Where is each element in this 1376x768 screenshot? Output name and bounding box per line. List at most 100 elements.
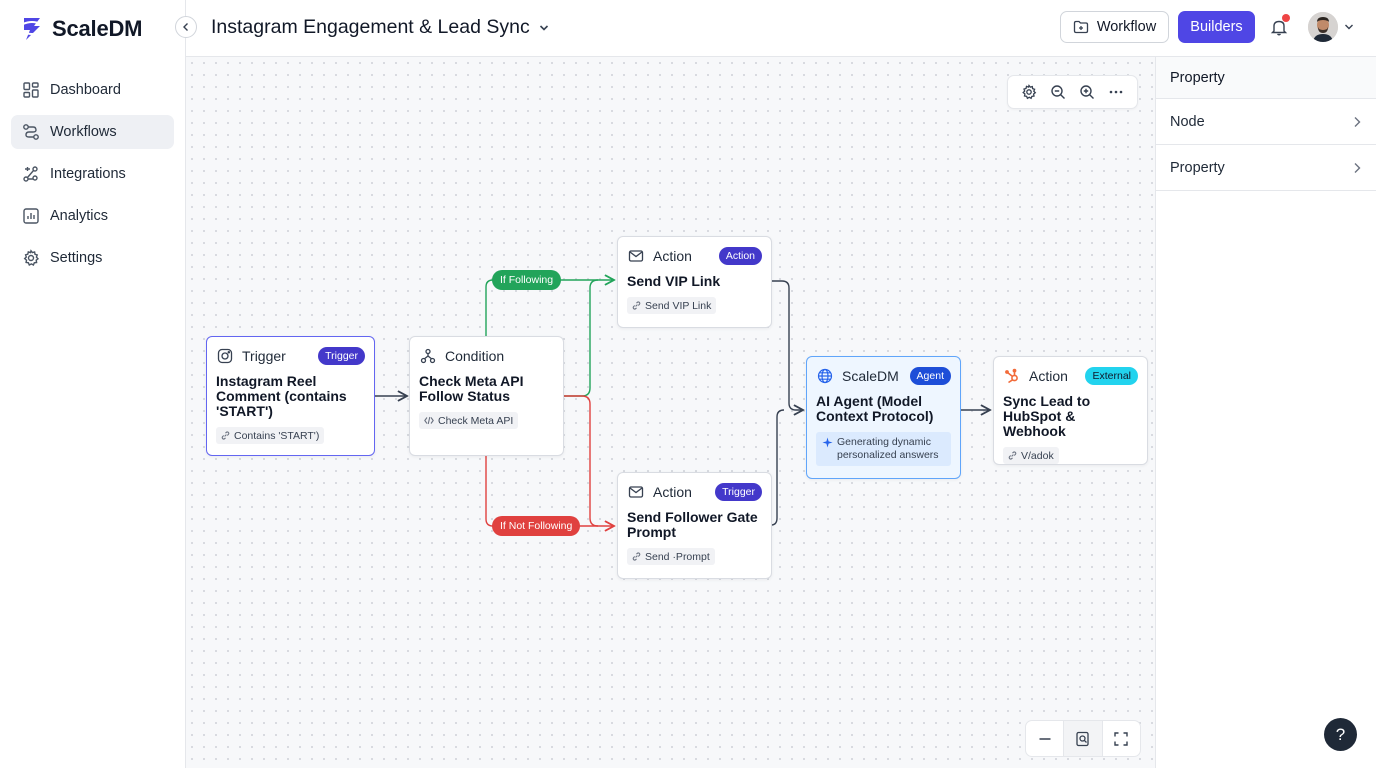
- workflow-button-label: Workflow: [1096, 19, 1157, 35]
- workflow-button[interactable]: Workflow: [1060, 11, 1169, 43]
- node-condition[interactable]: Condition Check Meta API Follow Status C…: [409, 336, 564, 456]
- zoom-minus-button[interactable]: [1026, 721, 1065, 756]
- sidebar-item-label: Workflows: [50, 124, 117, 140]
- zoom-in-icon: [1080, 85, 1095, 99]
- node-chip: Generating dynamic personalized answers: [816, 432, 951, 466]
- node-chip: Contains 'START'): [216, 427, 325, 444]
- chevron-right-icon: [1354, 162, 1361, 173]
- zoom-out-button[interactable]: [1046, 80, 1070, 104]
- node-title: Send VIP Link: [627, 273, 721, 289]
- notification-dot: [1282, 14, 1290, 22]
- sidebar-nav: Dashboard Workflows Integrations Analyti…: [11, 73, 174, 283]
- node-type: Condition: [445, 348, 505, 364]
- header: Instagram Engagement & Lead Sync Workflo…: [186, 0, 1376, 57]
- analytics-icon: [23, 208, 39, 224]
- edge-gate-agent: [770, 409, 785, 526]
- sparkle-icon: [822, 437, 833, 448]
- node-chip-label: Send VIP Link: [645, 299, 712, 312]
- sidebar-item-label: Dashboard: [50, 82, 121, 98]
- node-chip: Send VIP Link: [627, 297, 717, 314]
- user-avatar-icon: [1308, 12, 1338, 42]
- minus-icon: [1039, 737, 1051, 740]
- code-icon: [424, 416, 434, 425]
- chevron-right-icon: [1354, 116, 1361, 127]
- node-title: Send Follower Gate Prompt: [627, 509, 758, 540]
- node-badge: Action: [718, 247, 762, 265]
- workflow-icon: [23, 124, 39, 140]
- fit-view-button[interactable]: [1064, 721, 1103, 756]
- node-chip: V/adok: [1003, 447, 1059, 464]
- workflow-title: Instagram Engagement & Lead Sync: [211, 16, 530, 38]
- workflow-canvas[interactable]: If Following If Not Following Trigger Tr…: [186, 57, 1155, 768]
- collapse-sidebar-button[interactable]: [175, 16, 197, 38]
- settings-icon: [23, 249, 40, 266]
- help-button[interactable]: ?: [1324, 718, 1357, 751]
- node-chip: Check Meta API: [419, 412, 519, 429]
- edge-vip-agent: [772, 280, 803, 410]
- gear-icon: [1021, 84, 1036, 100]
- sidebar-item-settings[interactable]: Settings: [11, 241, 174, 275]
- node-badge: Trigger: [318, 347, 365, 365]
- panel-title: Property: [1156, 57, 1376, 99]
- edge-label-if-following[interactable]: If Following: [492, 270, 562, 290]
- builders-button[interactable]: Builders: [1178, 11, 1255, 43]
- link-icon: [1008, 451, 1017, 460]
- canvas-toolbar: [1007, 75, 1138, 109]
- chevron-down-icon[interactable]: [1343, 21, 1355, 33]
- chevron-left-icon: [183, 23, 188, 31]
- sidebar-item-dashboard[interactable]: Dashboard: [11, 73, 174, 107]
- node-chip-label: V/adok: [1021, 449, 1054, 462]
- node-type: Action: [653, 248, 692, 264]
- mail-icon: [627, 483, 645, 501]
- search-document-icon: [1076, 731, 1089, 746]
- dashboard-icon: [23, 82, 39, 98]
- scaledm-logo-icon: [22, 18, 42, 40]
- workflow-title-dropdown[interactable]: Instagram Engagement & Lead Sync: [211, 16, 550, 39]
- sidebar-item-integrations[interactable]: Integrations: [11, 157, 174, 191]
- link-icon: [632, 301, 641, 310]
- fullscreen-button[interactable]: [1103, 721, 1140, 756]
- node-title: Instagram Reel Comment (contains 'START'…: [216, 373, 347, 419]
- node-title: AI Agent (Model Context Protocol): [816, 393, 934, 424]
- edge-label-if-not-following[interactable]: If Not Following: [492, 516, 581, 536]
- mail-icon: [627, 247, 645, 265]
- sidebar-item-label: Settings: [50, 250, 103, 266]
- node-type: Action: [653, 484, 692, 500]
- sidebar-item-label: Analytics: [50, 208, 109, 224]
- panel-row-property[interactable]: Property: [1156, 145, 1376, 191]
- panel-row-node[interactable]: Node: [1156, 99, 1376, 145]
- zoom-in-button[interactable]: [1075, 80, 1099, 104]
- node-ai-agent[interactable]: ScaleDM Agent AI Agent (Model Context Pr…: [806, 356, 961, 479]
- hubspot-icon: [1003, 367, 1021, 385]
- sidebar-item-workflows[interactable]: Workflows: [11, 115, 174, 149]
- edge-if-following-side: [564, 279, 599, 397]
- sidebar-item-label: Integrations: [50, 166, 126, 182]
- fullscreen-icon: [1114, 731, 1129, 746]
- node-send-vip[interactable]: Action Action Send VIP Link Send VIP Lin…: [617, 236, 772, 328]
- node-title: Sync Lead to HubSpot & Webhook: [1003, 393, 1091, 439]
- node-trigger[interactable]: Trigger Trigger Instagram Reel Comment (…: [206, 336, 375, 456]
- globe-icon: [816, 367, 834, 385]
- canvas-zoom-controls: [1025, 720, 1141, 757]
- panel-row-label: Property: [1170, 159, 1225, 176]
- brand[interactable]: ScaleDM: [20, 14, 143, 44]
- node-type: Trigger: [242, 348, 286, 364]
- canvas-settings-button[interactable]: [1017, 80, 1041, 104]
- edge-if-not-following-side: [564, 395, 599, 527]
- node-type: Action: [1029, 368, 1068, 384]
- notifications-button[interactable]: [1269, 14, 1291, 39]
- branch-icon: [419, 347, 437, 365]
- more-options-button[interactable]: [1104, 80, 1128, 104]
- instagram-icon: [216, 347, 234, 365]
- node-chip: Send ·Prompt: [627, 548, 715, 565]
- folder-icon: [1073, 20, 1088, 34]
- node-badge: Trigger: [715, 483, 762, 501]
- link-icon: [221, 431, 230, 440]
- node-type: ScaleDM: [842, 368, 899, 384]
- avatar[interactable]: [1308, 12, 1338, 42]
- node-follower-gate[interactable]: Action Trigger Send Follower Gate Prompt…: [617, 472, 772, 579]
- node-chip-label: Contains 'START'): [234, 429, 320, 442]
- sidebar-item-analytics[interactable]: Analytics: [11, 199, 174, 233]
- node-hubspot-sync[interactable]: Action External Sync Lead to HubSpot & W…: [993, 356, 1148, 465]
- brand-name: ScaleDM: [52, 16, 143, 41]
